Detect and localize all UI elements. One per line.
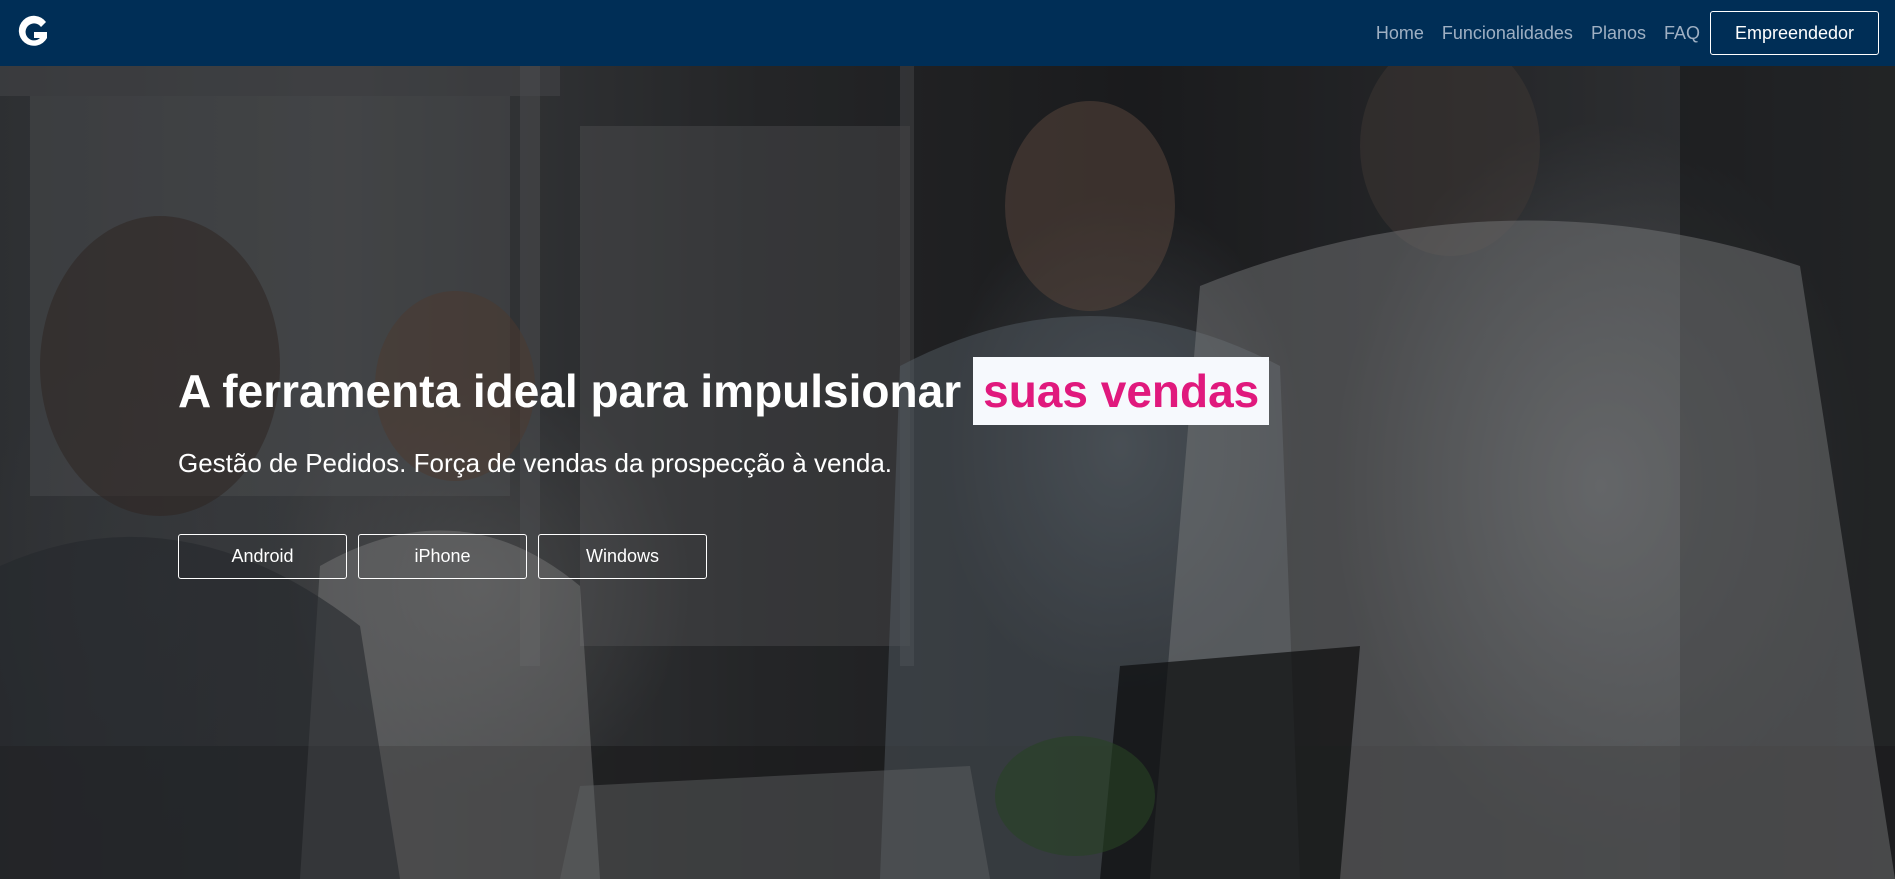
hero-section: A ferramenta ideal para impulsionar suas… xyxy=(0,66,1895,879)
hero-title: A ferramenta ideal para impulsionar suas… xyxy=(178,356,1378,426)
nav-menu: Home Funcionalidades Planos FAQ Empreend… xyxy=(1376,0,1879,66)
top-navbar: Home Funcionalidades Planos FAQ Empreend… xyxy=(0,0,1895,66)
logo-icon[interactable] xyxy=(16,13,50,53)
hero-subtitle: Gestão de Pedidos. Força de vendas da pr… xyxy=(178,448,893,478)
hero-title-highlight: suas vendas xyxy=(973,357,1270,425)
iphone-button[interactable]: iPhone xyxy=(358,534,527,579)
nav-link-faq[interactable]: FAQ xyxy=(1664,23,1700,44)
nav-link-home[interactable]: Home xyxy=(1376,23,1424,44)
nav-link-planos[interactable]: Planos xyxy=(1591,23,1646,44)
empreendedor-button[interactable]: Empreendedor xyxy=(1710,11,1879,55)
download-buttons: Android iPhone Windows xyxy=(178,534,1378,579)
android-button[interactable]: Android xyxy=(178,534,347,579)
nav-link-funcionalidades[interactable]: Funcionalidades xyxy=(1442,23,1573,44)
windows-button[interactable]: Windows xyxy=(538,534,707,579)
hero-content: A ferramenta ideal para impulsionar suas… xyxy=(178,356,1378,579)
hero-title-text: A ferramenta ideal para impulsionar xyxy=(178,365,962,417)
